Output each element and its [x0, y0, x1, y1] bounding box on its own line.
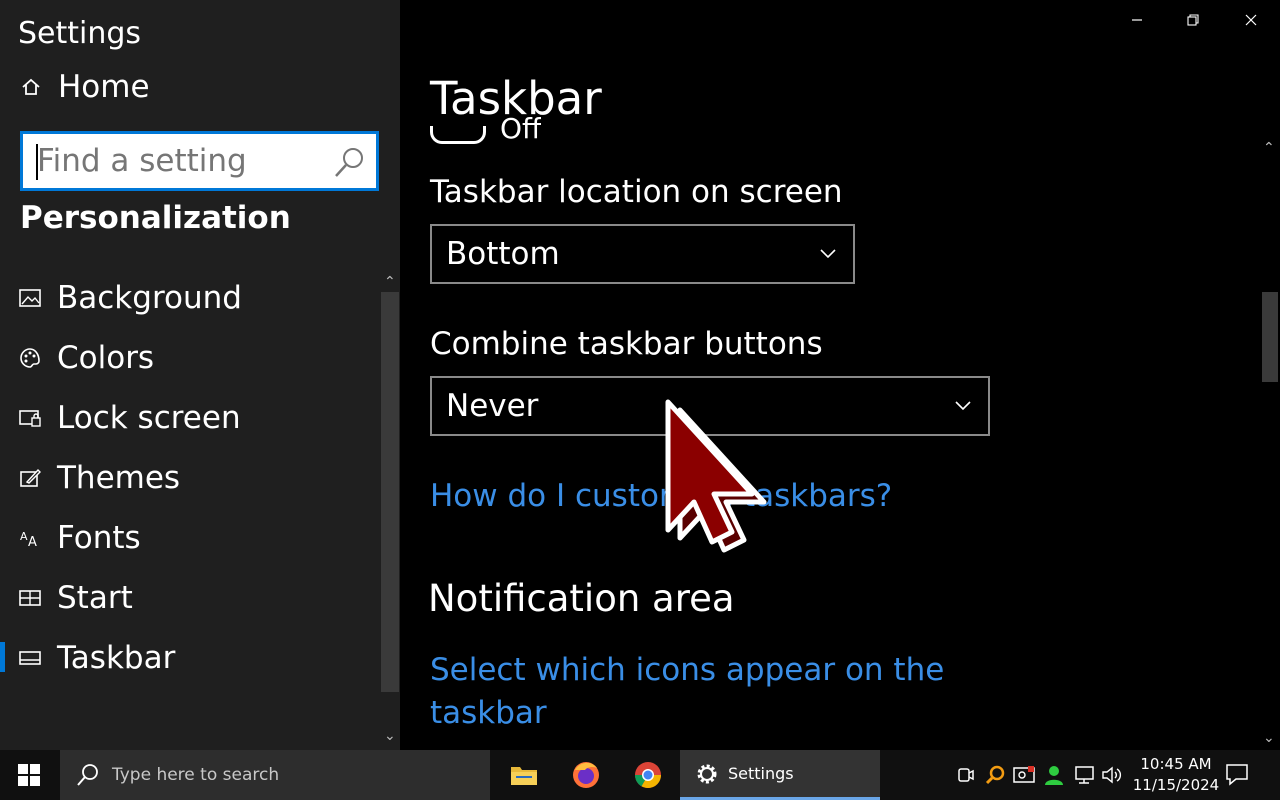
clock[interactable]: 10:45 AM 11/15/2024: [1126, 754, 1226, 796]
network-drive-icon: [1013, 766, 1035, 783]
start-button[interactable]: [0, 750, 58, 800]
search-input[interactable]: [37, 138, 337, 184]
taskbar-app-chrome[interactable]: [618, 750, 678, 800]
lock-screen-icon: [19, 407, 41, 429]
sidebar-item-label: Lock screen: [57, 400, 241, 436]
select-icons-link[interactable]: Select which icons appear on the taskbar: [430, 652, 944, 731]
restore-button[interactable]: [1170, 5, 1216, 35]
start-icon: [19, 587, 41, 609]
combine-buttons-label: Combine taskbar buttons: [430, 326, 823, 362]
close-button[interactable]: [1228, 5, 1274, 35]
minimize-button[interactable]: [1114, 5, 1160, 35]
link-line-1: Select which icons appear on the: [430, 652, 945, 688]
notification-icon: [1226, 764, 1248, 786]
taskbar-search-placeholder: Type here to search: [112, 765, 280, 785]
clock-date: 11/15/2024: [1132, 776, 1220, 794]
sidebar-item-themes[interactable]: Themes: [0, 450, 380, 506]
home-nav-item[interactable]: Home: [18, 66, 150, 108]
meet-now-icon: [958, 768, 974, 782]
taskbar: Type here to search Settings 10:45 AM 11…: [0, 750, 1280, 800]
search-tool-icon: [985, 765, 1005, 785]
volume-icon: [1102, 766, 1122, 784]
taskbar-location-label: Taskbar location on screen: [430, 174, 843, 210]
sidebar-item-label: Colors: [57, 340, 155, 376]
sidebar-item-label: Background: [57, 280, 242, 316]
notification-area-heading: Notification area: [428, 577, 735, 620]
restore-icon: [1187, 14, 1199, 26]
svg-text:A: A: [20, 530, 28, 543]
taskbar-location-dropdown[interactable]: Bottom: [430, 224, 855, 284]
selected-indicator: [0, 642, 5, 672]
sidebar-item-lock-screen[interactable]: Lock screen: [0, 390, 380, 446]
tray-item[interactable]: [1042, 763, 1066, 787]
tray-item[interactable]: [983, 763, 1007, 787]
content-scrollbar[interactable]: ⌃ ⌄: [1260, 140, 1280, 750]
tray-item[interactable]: [1012, 763, 1036, 787]
scroll-down-icon[interactable]: ⌄: [1263, 730, 1275, 746]
sidebar-scrollbar[interactable]: ⌃ ⌄: [380, 274, 400, 750]
content-pane: Taskbar Off Taskbar location on screen B…: [400, 0, 1280, 750]
sidebar-item-background[interactable]: Background: [0, 270, 380, 326]
toggle-switch-partial[interactable]: [430, 126, 486, 144]
image-icon: [19, 287, 41, 309]
toggle-state-label: Off: [500, 112, 542, 142]
sidebar-item-label: Fonts: [57, 520, 141, 556]
chevron-down-icon: [948, 401, 978, 411]
text-caret: [36, 144, 38, 180]
tray-item[interactable]: [954, 763, 978, 787]
link-line-2: taskbar: [430, 695, 547, 731]
app-title: Settings: [18, 16, 142, 51]
scroll-up-icon[interactable]: ⌃: [384, 274, 396, 290]
sidebar-item-fonts[interactable]: AA Fonts: [0, 510, 380, 566]
windows-logo-icon: [18, 764, 40, 786]
home-icon: [18, 74, 44, 100]
minimize-icon: [1132, 19, 1142, 21]
scroll-up-icon[interactable]: ⌃: [1263, 140, 1275, 156]
action-center-button[interactable]: [1224, 762, 1254, 788]
tray-item[interactable]: [1072, 763, 1096, 787]
sidebar-item-taskbar[interactable]: Taskbar: [0, 630, 380, 686]
search-box[interactable]: [20, 131, 379, 191]
search-icon: [77, 764, 98, 786]
file-explorer-icon: [511, 767, 537, 785]
network-icon: [1075, 766, 1094, 784]
taskbar-app-file-explorer[interactable]: [494, 750, 554, 800]
taskbar-search-box[interactable]: Type here to search: [60, 750, 490, 800]
section-title: Personalization: [20, 200, 291, 236]
sidebar-item-label: Themes: [57, 460, 181, 496]
close-icon: [1245, 14, 1257, 26]
clock-time: 10:45 AM: [1140, 755, 1212, 773]
palette-icon: [19, 347, 41, 369]
mouse-cursor-icon: [665, 399, 767, 553]
sidebar-item-label: Taskbar: [57, 640, 176, 676]
chrome-icon: [634, 762, 662, 789]
sidebar-item-colors[interactable]: Colors: [0, 330, 380, 386]
sidebar-item-start[interactable]: Start: [0, 570, 380, 626]
scroll-down-icon[interactable]: ⌄: [384, 728, 396, 744]
sidebar: Settings Home Personalization Background…: [0, 0, 400, 750]
taskbar-app-firefox[interactable]: [556, 750, 616, 800]
tray-item[interactable]: [1100, 763, 1124, 787]
themes-icon: [19, 467, 41, 489]
home-label: Home: [58, 69, 150, 105]
search-icon[interactable]: [332, 144, 368, 180]
fonts-icon: AA: [19, 527, 41, 549]
gear-icon: [697, 764, 717, 783]
firefox-icon: [573, 762, 599, 788]
taskbar-icon: [19, 647, 41, 669]
taskbar-app-label: Settings: [728, 764, 794, 783]
scrollbar-thumb[interactable]: [381, 292, 399, 692]
user-status-icon: [1045, 766, 1063, 785]
sidebar-item-label: Start: [57, 580, 133, 616]
svg-text:A: A: [28, 535, 37, 548]
taskbar-app-settings[interactable]: Settings: [680, 750, 880, 800]
dropdown-value: Bottom: [446, 236, 560, 272]
scrollbar-thumb[interactable]: [1262, 292, 1278, 382]
chevron-down-icon: [813, 249, 843, 259]
